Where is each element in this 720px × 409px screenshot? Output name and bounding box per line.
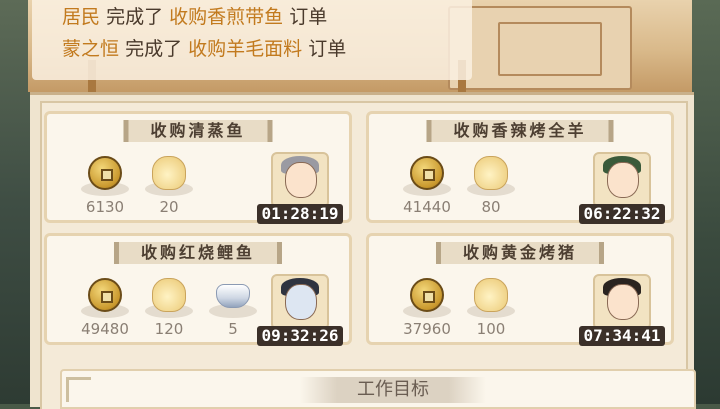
- work-goal-title: 工作目标: [300, 377, 486, 403]
- log-name: 蒙之恒: [62, 38, 120, 60]
- reward-item: 49480: [75, 274, 135, 342]
- activity-log: 居民 完成了 收购香煎带鱼 订单 蒙之恒 完成了 收购羊毛面料 订单: [32, 0, 472, 80]
- log-tail: 订单: [308, 38, 347, 60]
- order-card[interactable]: 收购红烧鲤鱼 49480 120 5 09:32:26: [44, 233, 352, 346]
- log-verb: 完成了: [125, 38, 183, 60]
- reward-item: 100: [461, 274, 521, 342]
- order-timer: 06:22:32: [579, 204, 665, 224]
- reward-item: 37960: [397, 274, 457, 342]
- bun-icon: [152, 156, 186, 190]
- order-title: 收购黄金烤猪: [435, 242, 605, 264]
- reward-value: 100: [476, 320, 506, 338]
- orders-panel-inner: 收购清蒸鱼 6130 20 01:28:19 收购香辣烤全羊 41440 80 …: [40, 101, 696, 409]
- order-title: 收购香辣烤全羊: [426, 120, 614, 142]
- reward-value: 20: [159, 198, 179, 216]
- order-card[interactable]: 收购清蒸鱼 6130 20 01:28:19: [44, 111, 352, 224]
- reward-value: 41440: [403, 198, 451, 216]
- customer-avatar[interactable]: [593, 152, 651, 208]
- copper-coin-icon: [410, 278, 444, 312]
- log-verb: 完成了: [106, 6, 164, 28]
- order-timer: 09:32:26: [257, 326, 343, 346]
- customer-avatar[interactable]: [271, 152, 329, 208]
- order-title: 收购红烧鲤鱼: [113, 242, 283, 264]
- reward-item: 80: [461, 152, 521, 220]
- bun-icon: [474, 156, 508, 190]
- bun-icon: [152, 278, 186, 312]
- reward-value: 120: [154, 320, 184, 338]
- background-left-scenery: [0, 0, 30, 404]
- reward-item: 120: [139, 274, 199, 342]
- customer-avatar[interactable]: [593, 274, 651, 330]
- log-item: 收购香煎带鱼: [169, 6, 284, 28]
- reward-item: 41440: [397, 152, 457, 220]
- customer-avatar[interactable]: [271, 274, 329, 330]
- shop-counter-panel: [498, 22, 602, 76]
- reward-value: 80: [481, 198, 501, 216]
- reward-value: 49480: [81, 320, 129, 338]
- reward-value: 5: [228, 320, 238, 338]
- order-title: 收购清蒸鱼: [123, 120, 273, 142]
- reward-item: 5: [203, 274, 263, 342]
- reward-item: 20: [139, 152, 199, 220]
- orders-panel: 收购清蒸鱼 6130 20 01:28:19 收购香辣烤全羊 41440 80 …: [30, 92, 696, 409]
- meander-ornament: [66, 377, 91, 402]
- log-line: 居民 完成了 收购香煎带鱼 订单: [62, 2, 327, 29]
- log-name: 居民: [62, 6, 101, 28]
- order-card[interactable]: 收购黄金烤猪 37960 100 07:34:41: [366, 233, 674, 346]
- copper-coin-icon: [410, 156, 444, 190]
- work-goal-section[interactable]: 工作目标: [60, 369, 696, 409]
- silver-ingot-icon: [216, 284, 250, 308]
- order-card[interactable]: 收购香辣烤全羊 41440 80 06:22:32: [366, 111, 674, 224]
- order-timer: 07:34:41: [579, 326, 665, 346]
- order-timer: 01:28:19: [257, 204, 343, 224]
- reward-value: 6130: [85, 198, 125, 216]
- bun-icon: [474, 278, 508, 312]
- log-line: 蒙之恒 完成了 收购羊毛面料 订单: [62, 34, 346, 61]
- copper-coin-icon: [88, 156, 122, 190]
- reward-value: 37960: [403, 320, 451, 338]
- copper-coin-icon: [88, 278, 122, 312]
- log-item: 收购羊毛面料: [188, 38, 303, 60]
- log-tail: 订单: [289, 6, 328, 28]
- reward-item: 6130: [75, 152, 135, 220]
